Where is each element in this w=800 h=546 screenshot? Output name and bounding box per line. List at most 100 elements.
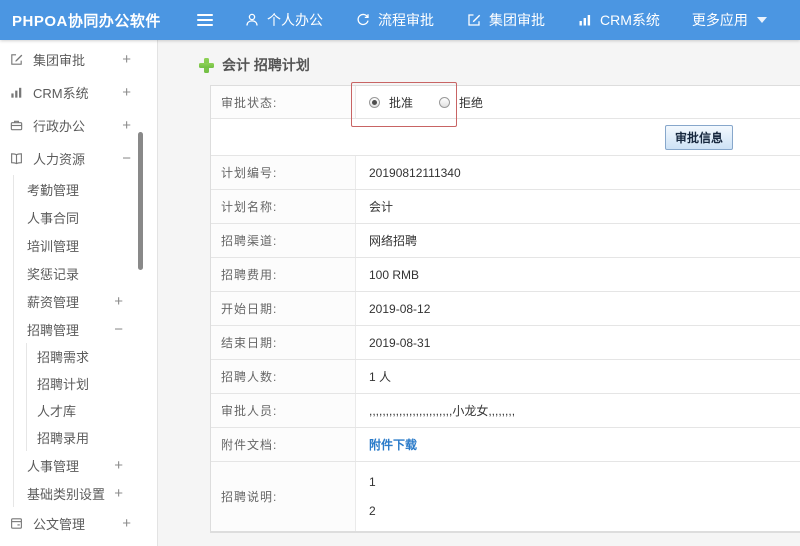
sidebar: 集团审批 + CRM系统 + 行政办公 + 人力资源 − 考勤管理 人事合同 培… — [0, 40, 158, 546]
sidebar-item-attendance[interactable]: 考勤管理 — [14, 175, 157, 203]
table-row-plan-number: 计划编号: 20190812111340 — [211, 156, 800, 190]
expand-minus-icon: − — [122, 150, 131, 167]
nav-label: 个人办公 — [267, 12, 323, 28]
expand-plus-icon: + — [122, 515, 131, 532]
sidebar-item-label: 公文管理 — [33, 517, 86, 532]
sidebar-item-recruit-mgmt[interactable]: 招聘管理 − — [14, 315, 157, 343]
nav-label: 流程审批 — [378, 12, 434, 28]
sidebar-item-official-docs[interactable]: 公文管理 + — [0, 507, 157, 540]
sidebar-item-label: 人事管理 — [27, 458, 80, 474]
field-value: 网络招聘 — [369, 234, 418, 248]
sidebar-item-base-category[interactable]: 基础类别设置 + — [14, 479, 157, 507]
field-label: 附件文档: — [211, 428, 356, 461]
nav-personal-office[interactable]: 个人办公 — [244, 10, 323, 30]
sidebar-item-label: 考勤管理 — [27, 182, 80, 198]
sidebar-item-rewards[interactable]: 奖惩记录 — [14, 259, 157, 287]
field-label: 招聘人数: — [211, 360, 356, 393]
expand-plus-icon: + — [122, 117, 131, 134]
table-row-description: 招聘说明: 1 2 — [211, 462, 800, 532]
sidebar-item-label: 人事合同 — [27, 210, 80, 226]
nav-more-apps[interactable]: 更多应用 — [692, 10, 767, 30]
sidebar-item-training[interactable]: 培训管理 — [14, 231, 157, 259]
field-value: 1 人 — [369, 370, 392, 384]
radio-button-unchecked[interactable] — [439, 96, 451, 108]
attachment-download-link[interactable]: 附件下载 — [369, 436, 417, 453]
field-label: 招聘说明: — [211, 462, 356, 531]
sidebar-item-vehicle-mgmt[interactable]: 用车管理 + — [0, 540, 157, 546]
table-row-start-date: 开始日期: 2019-08-12 — [211, 292, 800, 326]
field-value: 会计 — [369, 200, 394, 214]
sidebar-item-crm[interactable]: CRM系统 + — [0, 76, 157, 109]
sidebar-item-human-resources[interactable]: 人力资源 − — [0, 142, 157, 175]
field-label: 计划名称: — [211, 190, 356, 223]
sidebar-item-talent-pool[interactable]: 人才库 — [27, 397, 157, 424]
top-nav: 个人办公 流程审批 集团审批 CRM系统 更多应用 — [244, 10, 767, 30]
field-value: 100 RMB — [369, 267, 420, 282]
radio-approve[interactable]: 批准 — [369, 94, 413, 111]
process-icon — [355, 12, 371, 28]
sidebar-item-salary[interactable]: 薪资管理 + — [14, 287, 157, 315]
nav-label: 更多应用 — [691, 12, 748, 28]
expand-plus-icon: + — [114, 456, 123, 474]
nav-crm-system[interactable]: CRM系统 — [577, 10, 660, 30]
radio-button-checked[interactable] — [369, 96, 380, 108]
chart-icon — [9, 85, 25, 101]
field-label: 结束日期: — [211, 326, 356, 359]
sidebar-item-label: 招聘需求 — [37, 350, 90, 365]
radio-reject[interactable]: 拒绝 — [439, 94, 483, 111]
field-value: ,,,,,,,,,,,,,,,,,,,,,,,,,小龙女,,,,,,,, — [369, 404, 516, 418]
sidebar-item-label: 集团审批 — [33, 53, 86, 68]
nav-label: 集团审批 — [489, 12, 545, 28]
sidebar-item-label: 招聘管理 — [27, 322, 80, 338]
document-icon — [9, 516, 25, 532]
field-value: 20190812111340 — [369, 165, 461, 180]
description-line: 1 — [369, 475, 376, 489]
table-row-approval-status: 审批状态: 批准 拒绝 — [211, 86, 800, 119]
sidebar-item-label: 人才库 — [37, 404, 77, 419]
expand-minus-icon: − — [114, 320, 123, 338]
book-icon — [9, 151, 25, 167]
table-row-approve-action: 审批信息 — [211, 119, 800, 156]
sidebar-item-label: 行政办公 — [33, 119, 86, 134]
sidebar-item-recruit-demand[interactable]: 招聘需求 — [27, 343, 157, 370]
sidebar-item-personnel-mgmt[interactable]: 人事管理 + — [14, 451, 157, 479]
sidebar-item-label: 人力资源 — [33, 152, 86, 167]
field-label: 计划编号: — [211, 156, 356, 189]
sidebar-item-label: 基础类别设置 — [27, 486, 106, 502]
edit-icon — [9, 52, 25, 68]
field-label: 开始日期: — [211, 292, 356, 325]
table-row-recruit-channel: 招聘渠道: 网络招聘 — [211, 224, 800, 258]
caret-down-icon — [756, 17, 767, 23]
field-label: 审批状态: — [211, 86, 356, 118]
hr-submenu: 考勤管理 人事合同 培训管理 奖惩记录 薪资管理 + 招聘管理 − 招聘需求 招聘计… — [13, 175, 157, 507]
sidebar-item-recruit-hire[interactable]: 招聘录用 — [27, 424, 157, 451]
field-label: 招聘渠道: — [211, 224, 356, 257]
field-value: 2019-08-31 — [369, 335, 431, 350]
table-row-headcount: 招聘人数: 1 人 — [211, 360, 800, 394]
table-row-approvers: 审批人员: ,,,,,,,,,,,,,,,,,,,,,,,,,小龙女,,,,,,… — [211, 394, 800, 428]
field-value: 2019-08-12 — [369, 301, 431, 316]
top-bar: PHPOA协同办公软件 个人办公 流程审批 集团审批 CRM系统 更多应用 — [0, 0, 800, 40]
hamburger-menu-icon[interactable] — [196, 13, 214, 27]
recruit-submenu: 招聘需求 招聘计划 人才库 招聘录用 — [26, 343, 157, 451]
table-row-recruit-cost: 招聘费用: 100 RMB — [211, 258, 800, 292]
expand-plus-icon: + — [114, 292, 123, 310]
sidebar-item-label: 培训管理 — [27, 238, 80, 254]
sidebar-item-group-approval[interactable]: 集团审批 + — [0, 43, 157, 76]
detail-table: 审批状态: 批准 拒绝 审批信息 计划编号: 20190812111340 计划… — [210, 85, 800, 533]
table-row-attachment: 附件文档: 附件下载 — [211, 428, 800, 462]
sidebar-scrollbar[interactable] — [138, 132, 143, 270]
nav-process-approval[interactable]: 流程审批 — [355, 10, 434, 30]
sidebar-item-label: 奖惩记录 — [27, 266, 80, 282]
user-icon — [244, 12, 260, 28]
sidebar-item-hr-contract[interactable]: 人事合同 — [14, 203, 157, 231]
sidebar-item-recruit-plan[interactable]: 招聘计划 — [27, 370, 157, 397]
main-content: 会计 招聘计划 审批状态: 批准 拒绝 审批信息 计划编号: 201908121… — [159, 40, 800, 546]
sidebar-item-admin-office[interactable]: 行政办公 + — [0, 109, 157, 142]
nav-group-approval[interactable]: 集团审批 — [466, 10, 545, 30]
field-label: 审批人员: — [211, 394, 356, 427]
approve-info-button[interactable]: 审批信息 — [664, 124, 733, 150]
radio-label: 批准 — [389, 95, 414, 110]
expand-plus-icon: + — [122, 84, 131, 101]
briefcase-icon — [9, 118, 25, 134]
